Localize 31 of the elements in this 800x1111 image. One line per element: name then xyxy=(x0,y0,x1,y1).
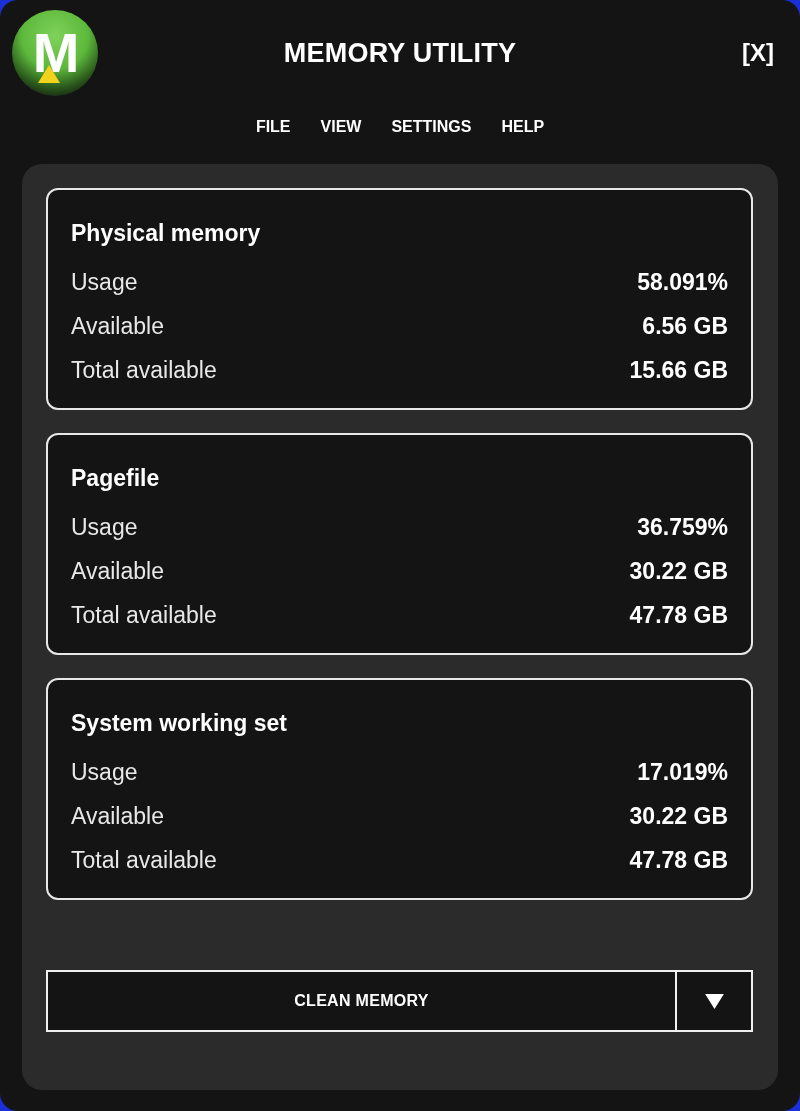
stat-label: Usage xyxy=(71,758,138,787)
menu-item[interactable]: SETTINGS xyxy=(387,116,476,138)
card-title: Physical memory xyxy=(71,219,261,248)
stat-value: 6.56 GB xyxy=(642,312,728,341)
close-button[interactable]: [X] xyxy=(740,37,776,69)
clean-memory-button[interactable]: CLEAN MEMORY xyxy=(46,970,677,1032)
stat-value: 30.22 GB xyxy=(629,557,728,586)
caret-icon xyxy=(704,993,724,1009)
stat-value: 47.78 GB xyxy=(629,601,728,630)
menu-item[interactable]: HELP xyxy=(497,116,549,138)
stat-value: 36.759% xyxy=(637,513,728,542)
stat-label: Usage xyxy=(71,268,138,297)
card-title: System working set xyxy=(71,709,288,738)
stat-value: 30.22 GB xyxy=(629,802,728,831)
stat-value: 15.66 GB xyxy=(629,356,728,385)
stat-value: 47.78 GB xyxy=(629,846,728,875)
window-title: MEMORY UTILITY xyxy=(282,37,518,69)
stat-label: Total available xyxy=(71,846,217,875)
menu-item[interactable]: VIEW xyxy=(316,116,366,138)
app-logo: M xyxy=(12,10,98,96)
stat-value: 58.091% xyxy=(637,268,728,297)
stat-label: Available xyxy=(71,557,164,586)
stat-label: Available xyxy=(71,312,164,341)
stat-label: Usage xyxy=(71,513,138,542)
stat-label: Available xyxy=(71,802,164,831)
stat-label: Total available xyxy=(71,356,217,385)
dropdown-button[interactable] xyxy=(677,970,753,1032)
stat-value: 17.019% xyxy=(637,758,728,787)
card-title: Pagefile xyxy=(71,464,160,493)
stat-label: Total available xyxy=(71,601,217,630)
menu-item[interactable]: FILE xyxy=(251,116,295,138)
